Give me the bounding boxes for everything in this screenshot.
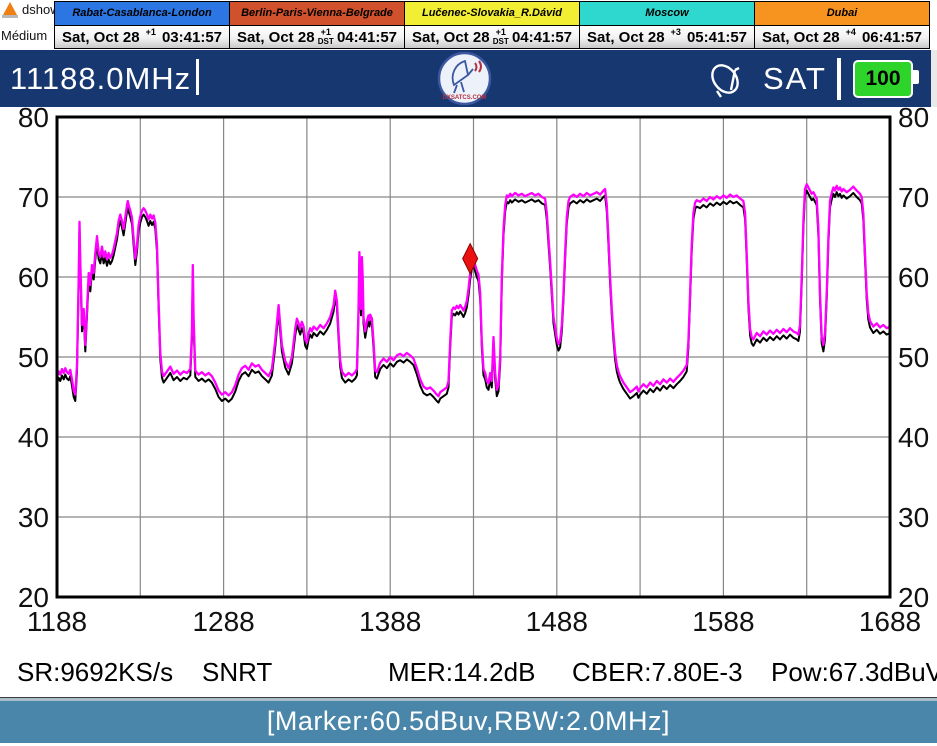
- y-axis-tick-right: 40: [898, 422, 929, 453]
- mer-value: MER:14.2dB: [388, 657, 535, 688]
- marker-info-bar: [Marker:60.5dBuv,RBW:2.0MHz]: [0, 697, 937, 743]
- clock-time-row: Sat, Oct 28+1DST04:41:57: [405, 26, 579, 48]
- utc-offset: +1DST: [490, 27, 512, 48]
- clock-block: MoscowSat, Oct 28+305:41:57: [579, 1, 755, 49]
- x-axis-tick: 1388: [359, 606, 421, 637]
- y-axis-tick-left: 60: [18, 262, 49, 293]
- logo-text: DXSATCS.COM: [443, 95, 487, 101]
- clock-time: 03:41:57: [162, 29, 222, 46]
- x-axis-tick: 1488: [526, 606, 588, 637]
- clock-time: 04:41:57: [512, 29, 572, 46]
- sat-status-cluster: SAT 100: [707, 50, 925, 107]
- y-axis-tick-right: 30: [898, 502, 929, 533]
- y-axis-tick-right: 60: [898, 262, 929, 293]
- frequency-readout[interactable]: 11188.0MHz: [10, 61, 191, 97]
- y-axis-tick-left: 50: [18, 342, 49, 373]
- clock-time-row: Sat, Oct 28+406:41:57: [755, 26, 929, 48]
- clock-city-label: Moscow: [580, 2, 754, 26]
- y-axis-tick-left: 70: [18, 182, 49, 213]
- clock-time: 04:41:57: [337, 29, 397, 46]
- x-axis-tick: 1288: [192, 606, 254, 637]
- clock-date: Sat, Oct 28: [412, 29, 490, 46]
- clock-block: Rabat-Casablanca-LondonSat, Oct 28+103:4…: [54, 1, 230, 49]
- power-value: Pow:67.3dBuV: [771, 657, 937, 688]
- y-axis-tick-left: 30: [18, 502, 49, 533]
- spectrum-chart: 8080707060605050404030302020118812881388…: [0, 107, 937, 647]
- frequency-header-bar: 11188.0MHz DXSATCS.COM SAT 100: [0, 50, 931, 109]
- clock-time-row: Sat, Oct 28+305:41:57: [580, 26, 754, 48]
- clock-time: 05:41:57: [687, 29, 747, 46]
- utc-offset: +3: [665, 27, 687, 48]
- vlc-cone-icon: [3, 2, 17, 15]
- clock-date: Sat, Oct 28: [237, 29, 315, 46]
- utc-offset: +1: [140, 27, 162, 48]
- world-clock-bar: dshow Médium Rabat-Casablanca-LondonSat,…: [0, 0, 937, 50]
- sat-mode-label: SAT: [763, 61, 827, 97]
- clock-date: Sat, Oct 28: [762, 29, 840, 46]
- clock-city-label: Rabat-Casablanca-London: [55, 2, 229, 26]
- network-name: SNRT: [202, 657, 272, 688]
- measurement-status-row: SR:9692KS/s SNRT MER:14.2dB CBER:7.80E-3…: [0, 647, 937, 697]
- screen-edge: [931, 50, 937, 107]
- clock-block: Lučenec-Slovakia_R.DávidSat, Oct 28+1DST…: [404, 1, 580, 49]
- dxsatcs-logo-icon: DXSATCS.COM: [437, 51, 492, 106]
- y-axis-tick-left: 80: [18, 107, 49, 133]
- x-axis-tick: 1188: [27, 606, 87, 637]
- clock-time-row: Sat, Oct 28+1DST04:41:57: [230, 26, 404, 48]
- text-cursor: [196, 59, 199, 95]
- battery-level: 100: [865, 67, 900, 90]
- utc-offset: +4: [840, 27, 862, 48]
- clock-time-row: Sat, Oct 28+103:41:57: [55, 26, 229, 48]
- clock-block: DubaiSat, Oct 28+406:41:57: [754, 1, 930, 49]
- x-axis-tick: 1588: [692, 606, 754, 637]
- vlc-title-text: dshow: [22, 2, 54, 17]
- cber-value: CBER:7.80E-3: [572, 657, 743, 688]
- vlc-menu-item[interactable]: Médium: [1, 28, 47, 43]
- y-axis-tick-right: 80: [898, 107, 929, 133]
- x-axis-tick: 1688: [859, 606, 921, 637]
- divider: [837, 58, 841, 100]
- clock-city-label: Berlin-Paris-Vienna-Belgrade: [230, 2, 404, 26]
- satellite-dish-icon: [707, 57, 751, 101]
- y-axis-tick-right: 70: [898, 182, 929, 213]
- y-axis-tick-left: 40: [18, 422, 49, 453]
- symbol-rate-value: SR:9692KS/s: [17, 657, 173, 688]
- spectrum-plot: 8080707060605050404030302020118812881388…: [0, 107, 937, 647]
- clock-strip: Rabat-Casablanca-LondonSat, Oct 28+103:4…: [55, 1, 930, 49]
- utc-offset: +1DST: [315, 27, 337, 48]
- y-axis-tick-right: 50: [898, 342, 929, 373]
- battery-indicator: 100: [853, 60, 913, 98]
- clock-date: Sat, Oct 28: [62, 29, 140, 46]
- clock-block: Berlin-Paris-Vienna-BelgradeSat, Oct 28+…: [229, 1, 405, 49]
- clock-date: Sat, Oct 28: [587, 29, 665, 46]
- clock-time: 06:41:57: [862, 29, 922, 46]
- clock-city-label: Dubai: [755, 2, 929, 26]
- vlc-window-fragment: dshow Médium: [0, 0, 54, 46]
- clock-city-label: Lučenec-Slovakia_R.Dávid: [405, 2, 579, 26]
- marker-readout: [Marker:60.5dBuv,RBW:2.0MHz]: [267, 706, 670, 736]
